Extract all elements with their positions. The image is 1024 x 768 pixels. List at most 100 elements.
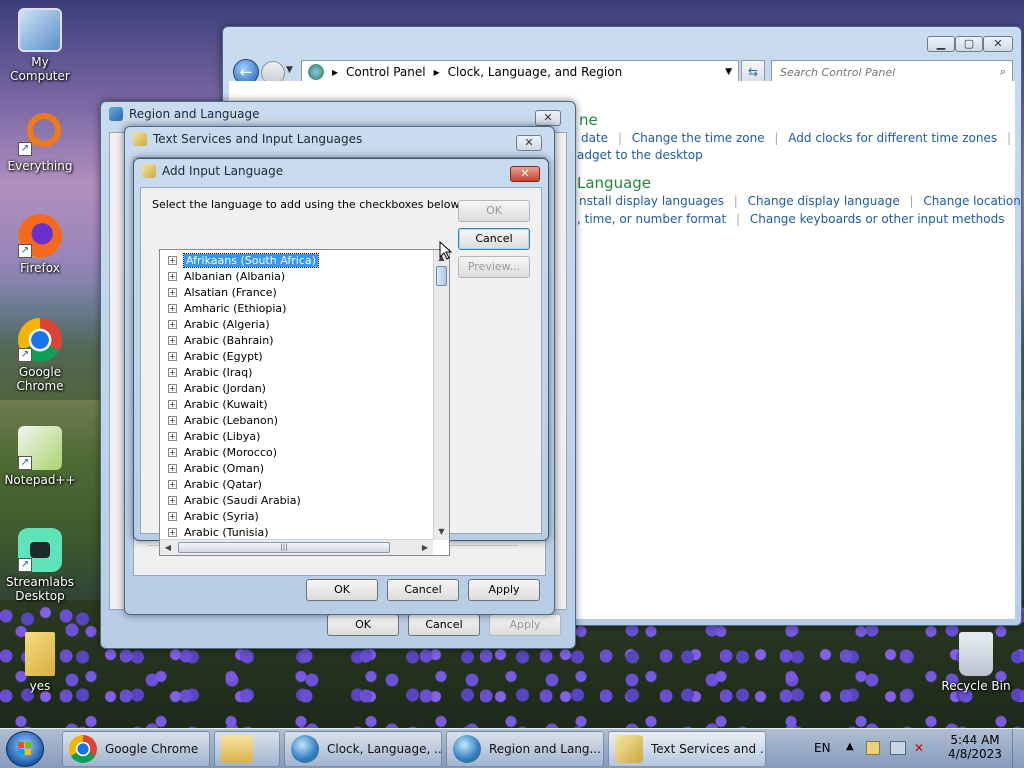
volume-muted-icon[interactable]: ✕	[914, 741, 930, 755]
desktop-icon-yes-folder[interactable]: yes	[0, 632, 80, 693]
language-tree-item[interactable]: + Arabic (Algeria)	[160, 316, 449, 332]
language-tree-item[interactable]: + Arabic (Egypt)	[160, 348, 449, 364]
expand-plus-icon[interactable]: +	[168, 319, 177, 329]
language-tree-item[interactable]: + Arabic (Kuwait)	[160, 396, 449, 412]
expand-plus-icon[interactable]: +	[168, 431, 177, 441]
language-tree-item[interactable]: + Arabic (Iraq)	[160, 364, 449, 380]
expand-plus-icon[interactable]: +	[168, 383, 177, 393]
language-tree-item[interactable]: + Albanian (Albania)	[160, 268, 449, 284]
expand-plus-icon[interactable]: +	[168, 335, 177, 345]
link-change-time-zone[interactable]: Change the time zone	[632, 131, 765, 145]
language-tree-item[interactable]: + Arabic (Tunisia)	[160, 524, 449, 540]
scroll-left-arrow-icon[interactable]: ◀	[160, 540, 176, 555]
region-close-button[interactable]: ✕	[535, 110, 561, 126]
expand-plus-icon[interactable]: +	[168, 399, 177, 409]
link-add-clock-gadget[interactable]: adget to the desktop	[577, 148, 703, 162]
expand-plus-icon[interactable]: +	[168, 495, 177, 505]
link-install-display-languages[interactable]: nstall display languages	[579, 194, 724, 208]
language-tree-item[interactable]: + Arabic (Saudi Arabia)	[160, 492, 449, 508]
section-date-time-title[interactable]: ne	[579, 111, 598, 129]
language-tree[interactable]: + Afrikaans (South Africa) + Albanian (Alba…	[159, 249, 450, 556]
add-input-ok-button[interactable]: OK	[458, 200, 530, 222]
close-button[interactable]: ✕	[983, 36, 1013, 52]
search-input[interactable]	[780, 65, 990, 79]
desktop-icon-my-computer[interactable]: My Computer	[0, 8, 80, 83]
expand-plus-icon[interactable]: +	[168, 303, 177, 313]
link-change-location[interactable]: Change location	[923, 194, 1020, 208]
vertical-scroll-thumb[interactable]	[436, 266, 447, 286]
maximize-button[interactable]: ▢	[955, 36, 983, 52]
show-hidden-icons-chevron-icon[interactable]: ▲	[846, 741, 854, 752]
desktop-icon-streamlabs[interactable]: ↗ Streamlabs Desktop	[0, 528, 80, 603]
language-indicator[interactable]: EN	[814, 741, 831, 755]
expand-plus-icon[interactable]: +	[168, 351, 177, 361]
expand-plus-icon[interactable]: +	[168, 511, 177, 521]
text-services-apply-button[interactable]: Apply	[468, 579, 540, 601]
clock[interactable]: 5:44 AM 4/8/2023	[940, 733, 1010, 761]
scroll-down-arrow-icon[interactable]: ▼	[434, 524, 449, 540]
text-services-cancel-button[interactable]: Cancel	[387, 579, 459, 601]
expand-plus-icon[interactable]: +	[168, 415, 177, 425]
link-set-date[interactable]: date	[581, 131, 608, 145]
add-input-preview-button[interactable]: Preview...	[458, 256, 530, 278]
expand-plus-icon[interactable]: +	[168, 271, 177, 281]
breadcrumb-control-panel[interactable]: Control Panel	[346, 65, 426, 79]
expand-plus-icon[interactable]: +	[168, 447, 177, 457]
region-cancel-button[interactable]: Cancel	[408, 614, 480, 636]
vertical-scrollbar[interactable]: ▲ ▼	[433, 250, 449, 540]
language-tree-item[interactable]: + Arabic (Lebanon)	[160, 412, 449, 428]
text-services-titlebar[interactable]: Text Services and Input Languages	[125, 127, 554, 151]
language-tree-item[interactable]: + Arabic (Oman)	[160, 460, 449, 476]
taskbar-item-region[interactable]: Region and Lang...	[446, 731, 604, 767]
desktop-icon-everything[interactable]: ↗ Everything	[0, 112, 80, 173]
text-services-close-button[interactable]: ✕	[516, 135, 542, 151]
language-tree-item[interactable]: + Arabic (Libya)	[160, 428, 449, 444]
link-add-clocks[interactable]: Add clocks for different time zones	[788, 131, 997, 145]
region-dialog-titlebar[interactable]: Region and Language	[101, 102, 575, 126]
expand-plus-icon[interactable]: +	[168, 463, 177, 473]
desktop-icon-google-chrome[interactable]: ↗ Google Chrome	[0, 318, 80, 393]
network-icon[interactable]	[890, 741, 906, 755]
minimize-button[interactable]: ▁	[927, 36, 955, 52]
taskbar-item-explorer[interactable]	[214, 731, 280, 767]
language-tree-item[interactable]: + Afrikaans (South Africa)	[160, 252, 449, 268]
link-change-keyboards[interactable]: Change keyboards or other input methods	[750, 212, 1005, 226]
action-center-flag-icon[interactable]	[866, 741, 880, 755]
language-tree-item[interactable]: + Arabic (Syria)	[160, 508, 449, 524]
taskbar-item-chrome[interactable]: Google Chrome	[62, 731, 210, 767]
add-input-close-button[interactable]: ✕	[510, 166, 540, 182]
text-services-ok-button[interactable]: OK	[306, 579, 378, 601]
scroll-right-arrow-icon[interactable]: ▶	[417, 540, 433, 555]
desktop-icon-firefox[interactable]: ↗ Firefox	[0, 214, 80, 275]
link-change-date-time-number-format[interactable]: , time, or number format	[577, 212, 726, 226]
horizontal-scrollbar[interactable]: ◀ ||| ▶	[160, 539, 433, 555]
expand-plus-icon[interactable]: +	[168, 479, 177, 489]
region-ok-button[interactable]: OK	[327, 614, 399, 636]
expand-plus-icon[interactable]: +	[168, 527, 177, 537]
link-change-display-language[interactable]: Change display language	[748, 194, 900, 208]
language-tree-item[interactable]: + Arabic (Jordan)	[160, 380, 449, 396]
desktop-icon-notepad-plus-plus[interactable]: ↗ Notepad++	[0, 426, 80, 487]
address-dropdown-icon[interactable]: ▼	[725, 67, 732, 77]
language-tree-item[interactable]: + Amharic (Ethiopia)	[160, 300, 449, 316]
taskbar-item-control-panel[interactable]: Clock, Language, ...	[284, 731, 442, 767]
add-input-titlebar[interactable]: Add Input Language	[134, 159, 548, 183]
taskbar-item-text-services[interactable]: Text Services and ...	[608, 731, 766, 767]
start-button[interactable]	[6, 731, 44, 767]
add-input-cancel-button[interactable]: Cancel	[458, 228, 530, 250]
language-tree-item[interactable]: + Arabic (Qatar)	[160, 476, 449, 492]
horizontal-scroll-thumb[interactable]: |||	[178, 542, 390, 553]
language-tree-item[interactable]: + Alsatian (France)	[160, 284, 449, 300]
region-apply-button[interactable]: Apply	[489, 614, 561, 636]
language-tree-item[interactable]: + Arabic (Bahrain)	[160, 332, 449, 348]
breadcrumb-clock-language[interactable]: Clock, Language, and Region	[448, 65, 623, 79]
recent-pages-chevron-icon[interactable]: ▼	[286, 65, 293, 75]
expand-plus-icon[interactable]: +	[168, 367, 177, 377]
show-desktop-button[interactable]	[1012, 729, 1024, 768]
desktop-icon-recycle-bin[interactable]: Recycle Bin	[936, 632, 1016, 693]
expand-plus-icon[interactable]: +	[168, 255, 177, 265]
expand-plus-icon[interactable]: +	[168, 287, 177, 297]
language-tree-item[interactable]: + Arabic (Morocco)	[160, 444, 449, 460]
section-date-time-links: date | Change the time zone | Add clocks…	[581, 131, 1012, 145]
section-region-language-title[interactable]: Language	[577, 174, 651, 192]
